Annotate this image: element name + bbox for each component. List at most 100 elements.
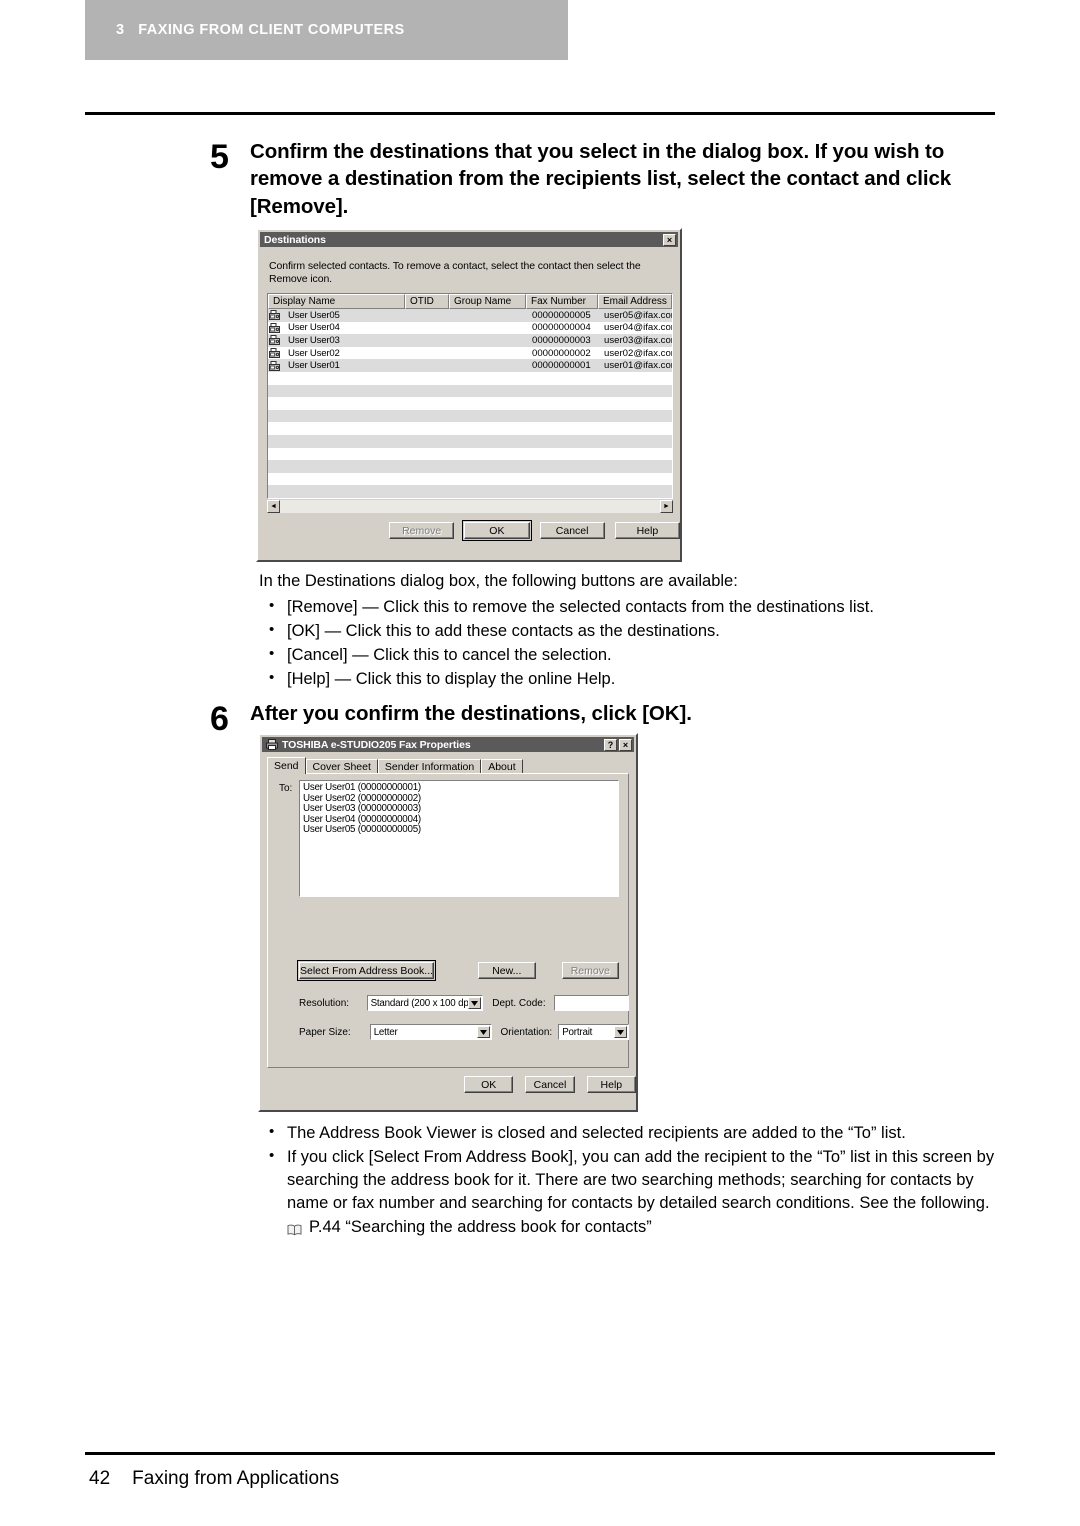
new-button[interactable]: New...	[478, 962, 536, 979]
chapter-number: 3	[116, 22, 125, 38]
fax-contact-icon	[269, 322, 280, 333]
column-header-group-name[interactable]: Group Name	[449, 294, 526, 309]
printer-icon	[266, 739, 278, 750]
step-6: 6 After you confirm the destinations, cl…	[210, 700, 1000, 736]
destinations-button-row: Remove OK Cancel Help	[258, 520, 680, 541]
resolution-select[interactable]: Standard (200 x 100 dpi)	[366, 995, 484, 1011]
row-name-text: User User03	[288, 334, 340, 346]
table-row[interactable]: User User02 00000000002 user02@ifax.com	[268, 347, 672, 360]
cell-display-name: User User04	[268, 322, 405, 333]
destinations-list[interactable]: Display Name OTID Group Name Fax Number …	[267, 293, 673, 499]
resolution-row: Resolution: Standard (200 x 100 dpi) Dep…	[299, 995, 629, 1011]
list-item: If you click [Select From Address Book],…	[259, 1145, 1004, 1243]
step-5-text: Confirm the destinations that you select…	[250, 140, 952, 218]
fax-action-button-row: Select From Address Book... New... Remov…	[296, 960, 619, 981]
cell-fax: 00000000004	[532, 322, 591, 334]
dept-code-field[interactable]	[553, 995, 629, 1011]
close-icon[interactable]: ×	[619, 738, 632, 751]
chapter-header-band: 3 FAXING FROM CLIENT COMPUTERS	[85, 0, 568, 60]
horizontal-scrollbar[interactable]: ◄ ►	[267, 499, 673, 513]
empty-row	[268, 485, 672, 498]
empty-row	[268, 397, 672, 410]
list-item: [Cancel] — Click this to cancel the sele…	[259, 643, 999, 667]
paper-size-label: Paper Size:	[299, 1026, 351, 1038]
chevron-down-icon[interactable]	[476, 1026, 490, 1038]
select-from-address-book-button[interactable]: Select From Address Book...	[296, 960, 437, 981]
fax-contact-icon	[269, 310, 280, 321]
help-button[interactable]: Help	[614, 522, 680, 539]
column-header-email-address[interactable]: Email Address	[598, 294, 672, 309]
orientation-label: Orientation:	[500, 1026, 553, 1038]
destinations-titlebar: Destinations ×	[260, 232, 678, 247]
cancel-button[interactable]: Cancel	[525, 1076, 575, 1093]
cell-display-name: User User01	[268, 360, 405, 371]
cell-fax: 00000000002	[532, 347, 591, 359]
remove-button[interactable]: Remove	[561, 962, 619, 979]
table-row[interactable]: User User05 00000000005 user05@ifax.com	[268, 309, 672, 322]
cell-display-name: User User05	[268, 310, 405, 321]
fax-properties-titlebar: TOSHIBA e-STUDIO205 Fax Properties ? ×	[262, 737, 634, 752]
resolution-label: Resolution:	[299, 997, 350, 1009]
cross-reference[interactable]: P.44 “Searching the address book for con…	[287, 1216, 1004, 1243]
dept-code-label: Dept. Code:	[492, 997, 546, 1009]
cell-email: user01@ifax.com	[604, 360, 672, 372]
column-header-fax-number[interactable]: Fax Number	[526, 294, 598, 309]
fax-contact-icon	[269, 348, 280, 359]
list-item: [OK] — Click this to add these contacts …	[259, 619, 999, 643]
remove-button[interactable]: Remove	[389, 522, 455, 539]
table-row[interactable]: User User01 00000000001 user01@ifax.com	[268, 359, 672, 372]
list-item: [Help] — Click this to display the onlin…	[259, 667, 999, 691]
tab-cover-sheet[interactable]: Cover Sheet	[305, 759, 378, 774]
destinations-instruction: Confirm selected contacts. To remove a c…	[269, 260, 641, 285]
list-item[interactable]: User User05 (00000000005)	[303, 825, 618, 836]
help-button[interactable]: Help	[586, 1076, 636, 1093]
step-6-number: 6	[210, 700, 229, 738]
scroll-right-icon[interactable]: ►	[660, 499, 673, 513]
cross-reference-text: P.44 “Searching the address book for con…	[309, 1218, 652, 1237]
tab-about[interactable]: About	[481, 759, 523, 774]
send-tab-panel: To: User User01 (00000000001) User User0…	[267, 773, 629, 1068]
tab-sender-information[interactable]: Sender Information	[377, 759, 482, 774]
orientation-select[interactable]: Portrait	[558, 1024, 629, 1040]
step-5: 5 Confirm the destinations that you sele…	[210, 138, 1000, 220]
fax-properties-title: TOSHIBA e-STUDIO205 Fax Properties	[282, 738, 471, 751]
list-item[interactable]: User User01 (00000000001)	[303, 782, 618, 794]
paper-size-select[interactable]: Letter	[369, 1024, 492, 1040]
footer-divider	[85, 1452, 995, 1455]
column-header-display-name[interactable]: Display Name	[268, 294, 405, 309]
row-name-text: User User05	[288, 309, 340, 321]
fax-contact-icon	[269, 360, 280, 371]
tab-strip: Send Cover Sheet Sender Information Abou…	[267, 757, 523, 774]
final-notes-list: The Address Book Viewer is closed and se…	[259, 1121, 1004, 1244]
cell-fax: 00000000001	[532, 360, 591, 372]
step-6-text: After you confirm the destinations, clic…	[250, 702, 692, 725]
tab-send[interactable]: Send	[267, 757, 306, 774]
help-icon[interactable]: ?	[604, 738, 617, 751]
chevron-down-icon[interactable]	[614, 1026, 627, 1038]
to-recipients-list[interactable]: User User01 (00000000001) User User02 (0…	[299, 780, 619, 897]
cell-email: user03@ifax.com	[604, 334, 672, 346]
close-icon[interactable]: ×	[663, 233, 676, 246]
cancel-button[interactable]: Cancel	[539, 522, 605, 539]
cell-fax: 00000000005	[532, 309, 591, 321]
table-row[interactable]: User User03 00000000003 user03@ifax.com	[268, 334, 672, 347]
cell-email: user05@ifax.com	[604, 309, 672, 321]
page-number: 42	[89, 1468, 111, 1489]
empty-row	[268, 422, 672, 435]
empty-row	[268, 384, 672, 398]
destinations-dialog: Destinations × Confirm selected contacts…	[256, 228, 682, 562]
chevron-down-icon[interactable]	[468, 997, 482, 1009]
destinations-title: Destinations	[264, 233, 326, 246]
scroll-left-icon[interactable]: ◄	[267, 499, 280, 513]
fax-properties-dialog: TOSHIBA e-STUDIO205 Fax Properties ? × S…	[258, 733, 638, 1112]
fax-dialog-button-row: OK Cancel Help	[260, 1076, 636, 1093]
ok-button[interactable]: OK	[462, 520, 532, 541]
orientation-value: Portrait	[562, 1026, 593, 1038]
button-descriptions-list: [Remove] — Click this to remove the sele…	[259, 595, 999, 692]
resolution-value: Standard (200 x 100 dpi)	[370, 997, 474, 1009]
column-header-otid[interactable]: OTID	[405, 294, 449, 309]
scrollbar-track[interactable]	[280, 499, 660, 513]
ok-button[interactable]: OK	[464, 1076, 514, 1093]
table-row[interactable]: User User04 00000000004 user04@ifax.com	[268, 322, 672, 335]
row-name-text: User User01	[288, 360, 340, 372]
